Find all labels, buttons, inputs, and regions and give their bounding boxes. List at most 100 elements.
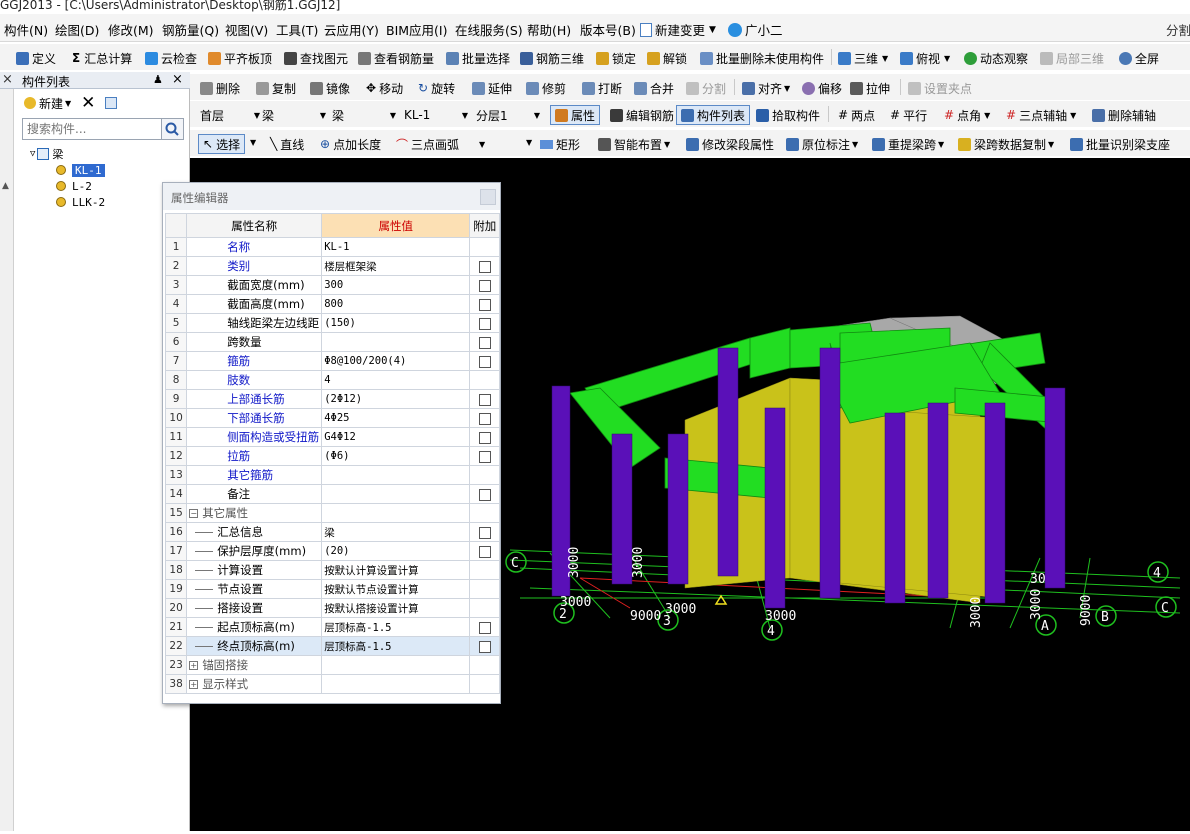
- menu-online[interactable]: 在线服务(S): [455, 20, 523, 39]
- chevron-down-icon[interactable]: ▼: [526, 138, 532, 147]
- extra-checkbox[interactable]: [478, 431, 491, 444]
- rotate-button[interactable]: ↻ 旋转: [418, 78, 455, 98]
- span-data-copy-button[interactable]: 梁跨数据复制 ▼: [958, 134, 1054, 154]
- property-row[interactable]: 8 肢数 4: [164, 370, 500, 390]
- search-input[interactable]: [22, 118, 162, 140]
- property-value[interactable]: [321, 332, 471, 352]
- property-row[interactable]: 12 拉筋 (Φ6): [164, 446, 500, 466]
- split-button[interactable]: 分割: [686, 78, 726, 98]
- chevron-up-icon[interactable]: ▲: [2, 181, 9, 191]
- batch-delete-unused-button[interactable]: 批量删除未使用构件: [700, 48, 824, 68]
- property-value[interactable]: 按默认计算设置计算: [321, 560, 471, 580]
- property-row[interactable]: 1 名称 KL-1: [164, 237, 500, 257]
- property-value[interactable]: 按默认搭接设置计算: [321, 598, 471, 618]
- extra-checkbox[interactable]: [478, 621, 491, 634]
- property-row[interactable]: 17 保护层厚度(mm) (20): [164, 541, 500, 561]
- property-value[interactable]: Φ8@100/200(4): [321, 351, 471, 371]
- align-slab-top-button[interactable]: 平齐板顶: [208, 48, 272, 68]
- move-button[interactable]: ✥ 移动: [366, 78, 403, 98]
- property-row[interactable]: 38 + 显示样式: [164, 674, 500, 694]
- extra-checkbox[interactable]: [478, 545, 491, 558]
- property-row[interactable]: 14 备注: [164, 484, 500, 504]
- merge-button[interactable]: 合并: [634, 78, 674, 98]
- menu-version[interactable]: 版本号(B): [580, 20, 636, 39]
- copy-button[interactable]: 复制: [256, 78, 296, 98]
- in-situ-annotation-button[interactable]: 原位标注 ▼: [786, 134, 858, 154]
- tree-item[interactable]: KL-1: [56, 162, 105, 178]
- property-row[interactable]: 16 汇总信息 梁: [164, 522, 500, 542]
- menu-new-change[interactable]: 新建变更 ▼: [640, 20, 716, 39]
- fullscreen-button[interactable]: 全屏: [1119, 48, 1159, 68]
- properties-button[interactable]: 属性: [550, 105, 601, 125]
- property-editor-titlebar[interactable]: 属性编辑器: [163, 183, 500, 210]
- view-rebar-button[interactable]: 查看钢筋量: [358, 48, 434, 68]
- property-row[interactable]: 6 跨数量: [164, 332, 500, 352]
- point-angle-button[interactable]: # 点角 ▼: [944, 105, 990, 125]
- component-list-button[interactable]: 构件列表: [676, 105, 751, 125]
- align-button[interactable]: 对齐 ▼: [742, 78, 790, 98]
- property-row[interactable]: 9 上部通长筋 (2Φ12): [164, 389, 500, 409]
- menu-component[interactable]: 构件(N): [4, 20, 48, 39]
- property-value[interactable]: [321, 655, 471, 675]
- tree-root-beam[interactable]: ▽ 梁: [30, 146, 63, 162]
- three-point-arc-button[interactable]: ⌒ 三点画弧 ▼: [396, 134, 485, 154]
- property-value[interactable]: (20): [321, 541, 471, 561]
- collapse-icon[interactable]: ▽: [30, 149, 35, 159]
- floor-select[interactable]: 首层 ▼: [200, 105, 262, 125]
- extra-checkbox[interactable]: [478, 488, 491, 501]
- extra-checkbox[interactable]: [478, 279, 491, 292]
- break-button[interactable]: 打断: [582, 78, 622, 98]
- delete-icon[interactable]: ✕: [81, 95, 95, 112]
- extend-button[interactable]: 延伸: [472, 78, 512, 98]
- menu-right-split[interactable]: 分割: [1166, 20, 1190, 39]
- layer-select[interactable]: 分层1 ▼: [476, 105, 542, 125]
- property-value[interactable]: 层顶标高-1.5: [321, 636, 471, 656]
- re-extract-span-button[interactable]: 重提梁跨 ▼: [872, 134, 944, 154]
- side-scroll-strip[interactable]: ▲: [0, 89, 14, 831]
- menu-assistant[interactable]: 广小二: [728, 20, 783, 39]
- property-row[interactable]: 2 类别 楼层框架梁: [164, 256, 500, 276]
- type-select-1[interactable]: 梁 ▼: [262, 105, 328, 125]
- type-select-2[interactable]: 梁 ▼: [332, 105, 398, 125]
- property-value[interactable]: KL-1: [321, 237, 471, 257]
- rectangle-button[interactable]: 矩形: [540, 134, 580, 154]
- menu-bim[interactable]: BIM应用(I): [386, 20, 448, 39]
- close-icon[interactable]: [480, 189, 496, 205]
- tree-item[interactable]: LLK-2: [56, 194, 105, 210]
- line-button[interactable]: ╲ 直线: [270, 134, 304, 154]
- property-row[interactable]: 18 计算设置 按默认计算设置计算: [164, 560, 500, 580]
- batch-select-button[interactable]: 批量选择: [446, 48, 510, 68]
- menu-modify[interactable]: 修改(M): [108, 20, 154, 39]
- extra-checkbox[interactable]: [478, 260, 491, 273]
- smart-layout-button[interactable]: 智能布置 ▼: [598, 134, 670, 154]
- find-element-button[interactable]: 查找图元: [284, 48, 348, 68]
- menu-cloud[interactable]: 云应用(Y): [324, 20, 379, 39]
- property-value[interactable]: [321, 484, 471, 504]
- local-3d-button[interactable]: 局部三维: [1040, 48, 1104, 68]
- pin-icon[interactable]: ♟: [153, 73, 163, 86]
- pick-component-button[interactable]: 拾取构件: [756, 105, 820, 125]
- property-row[interactable]: 20 搭接设置 按默认搭接设置计算: [164, 598, 500, 618]
- rebar-3d-button[interactable]: 钢筋三维: [520, 48, 584, 68]
- batch-identify-support-button[interactable]: 批量识别梁支座: [1070, 134, 1170, 154]
- delete-button[interactable]: 删除: [200, 78, 240, 98]
- property-value[interactable]: 800: [321, 294, 471, 314]
- parallel-button[interactable]: # 平行: [890, 105, 927, 125]
- modify-beam-segment-button[interactable]: 修改梁段属性: [686, 134, 774, 154]
- cloud-check-button[interactable]: 云检查: [145, 48, 197, 68]
- property-value[interactable]: G4Φ12: [321, 427, 471, 447]
- property-value[interactable]: 300: [321, 275, 471, 295]
- copy-icon[interactable]: [105, 97, 118, 109]
- property-row[interactable]: 4 截面高度(mm) 800: [164, 294, 500, 314]
- property-row[interactable]: 11 侧面构造或受扭筋 G4Φ12: [164, 427, 500, 447]
- property-value[interactable]: [321, 674, 471, 694]
- close-icon[interactable]: ×: [2, 72, 13, 87]
- extra-checkbox[interactable]: [478, 450, 491, 463]
- property-value[interactable]: 梁: [321, 522, 471, 542]
- menu-view[interactable]: 视图(V): [225, 20, 268, 39]
- two-point-button[interactable]: # 两点: [838, 105, 875, 125]
- property-row[interactable]: 22 终点顶标高(m) 层顶标高-1.5: [164, 636, 500, 656]
- menu-draw[interactable]: 绘图(D): [55, 20, 99, 39]
- property-row[interactable]: 19 节点设置 按默认节点设置计算: [164, 579, 500, 599]
- menu-tools[interactable]: 工具(T): [276, 20, 318, 39]
